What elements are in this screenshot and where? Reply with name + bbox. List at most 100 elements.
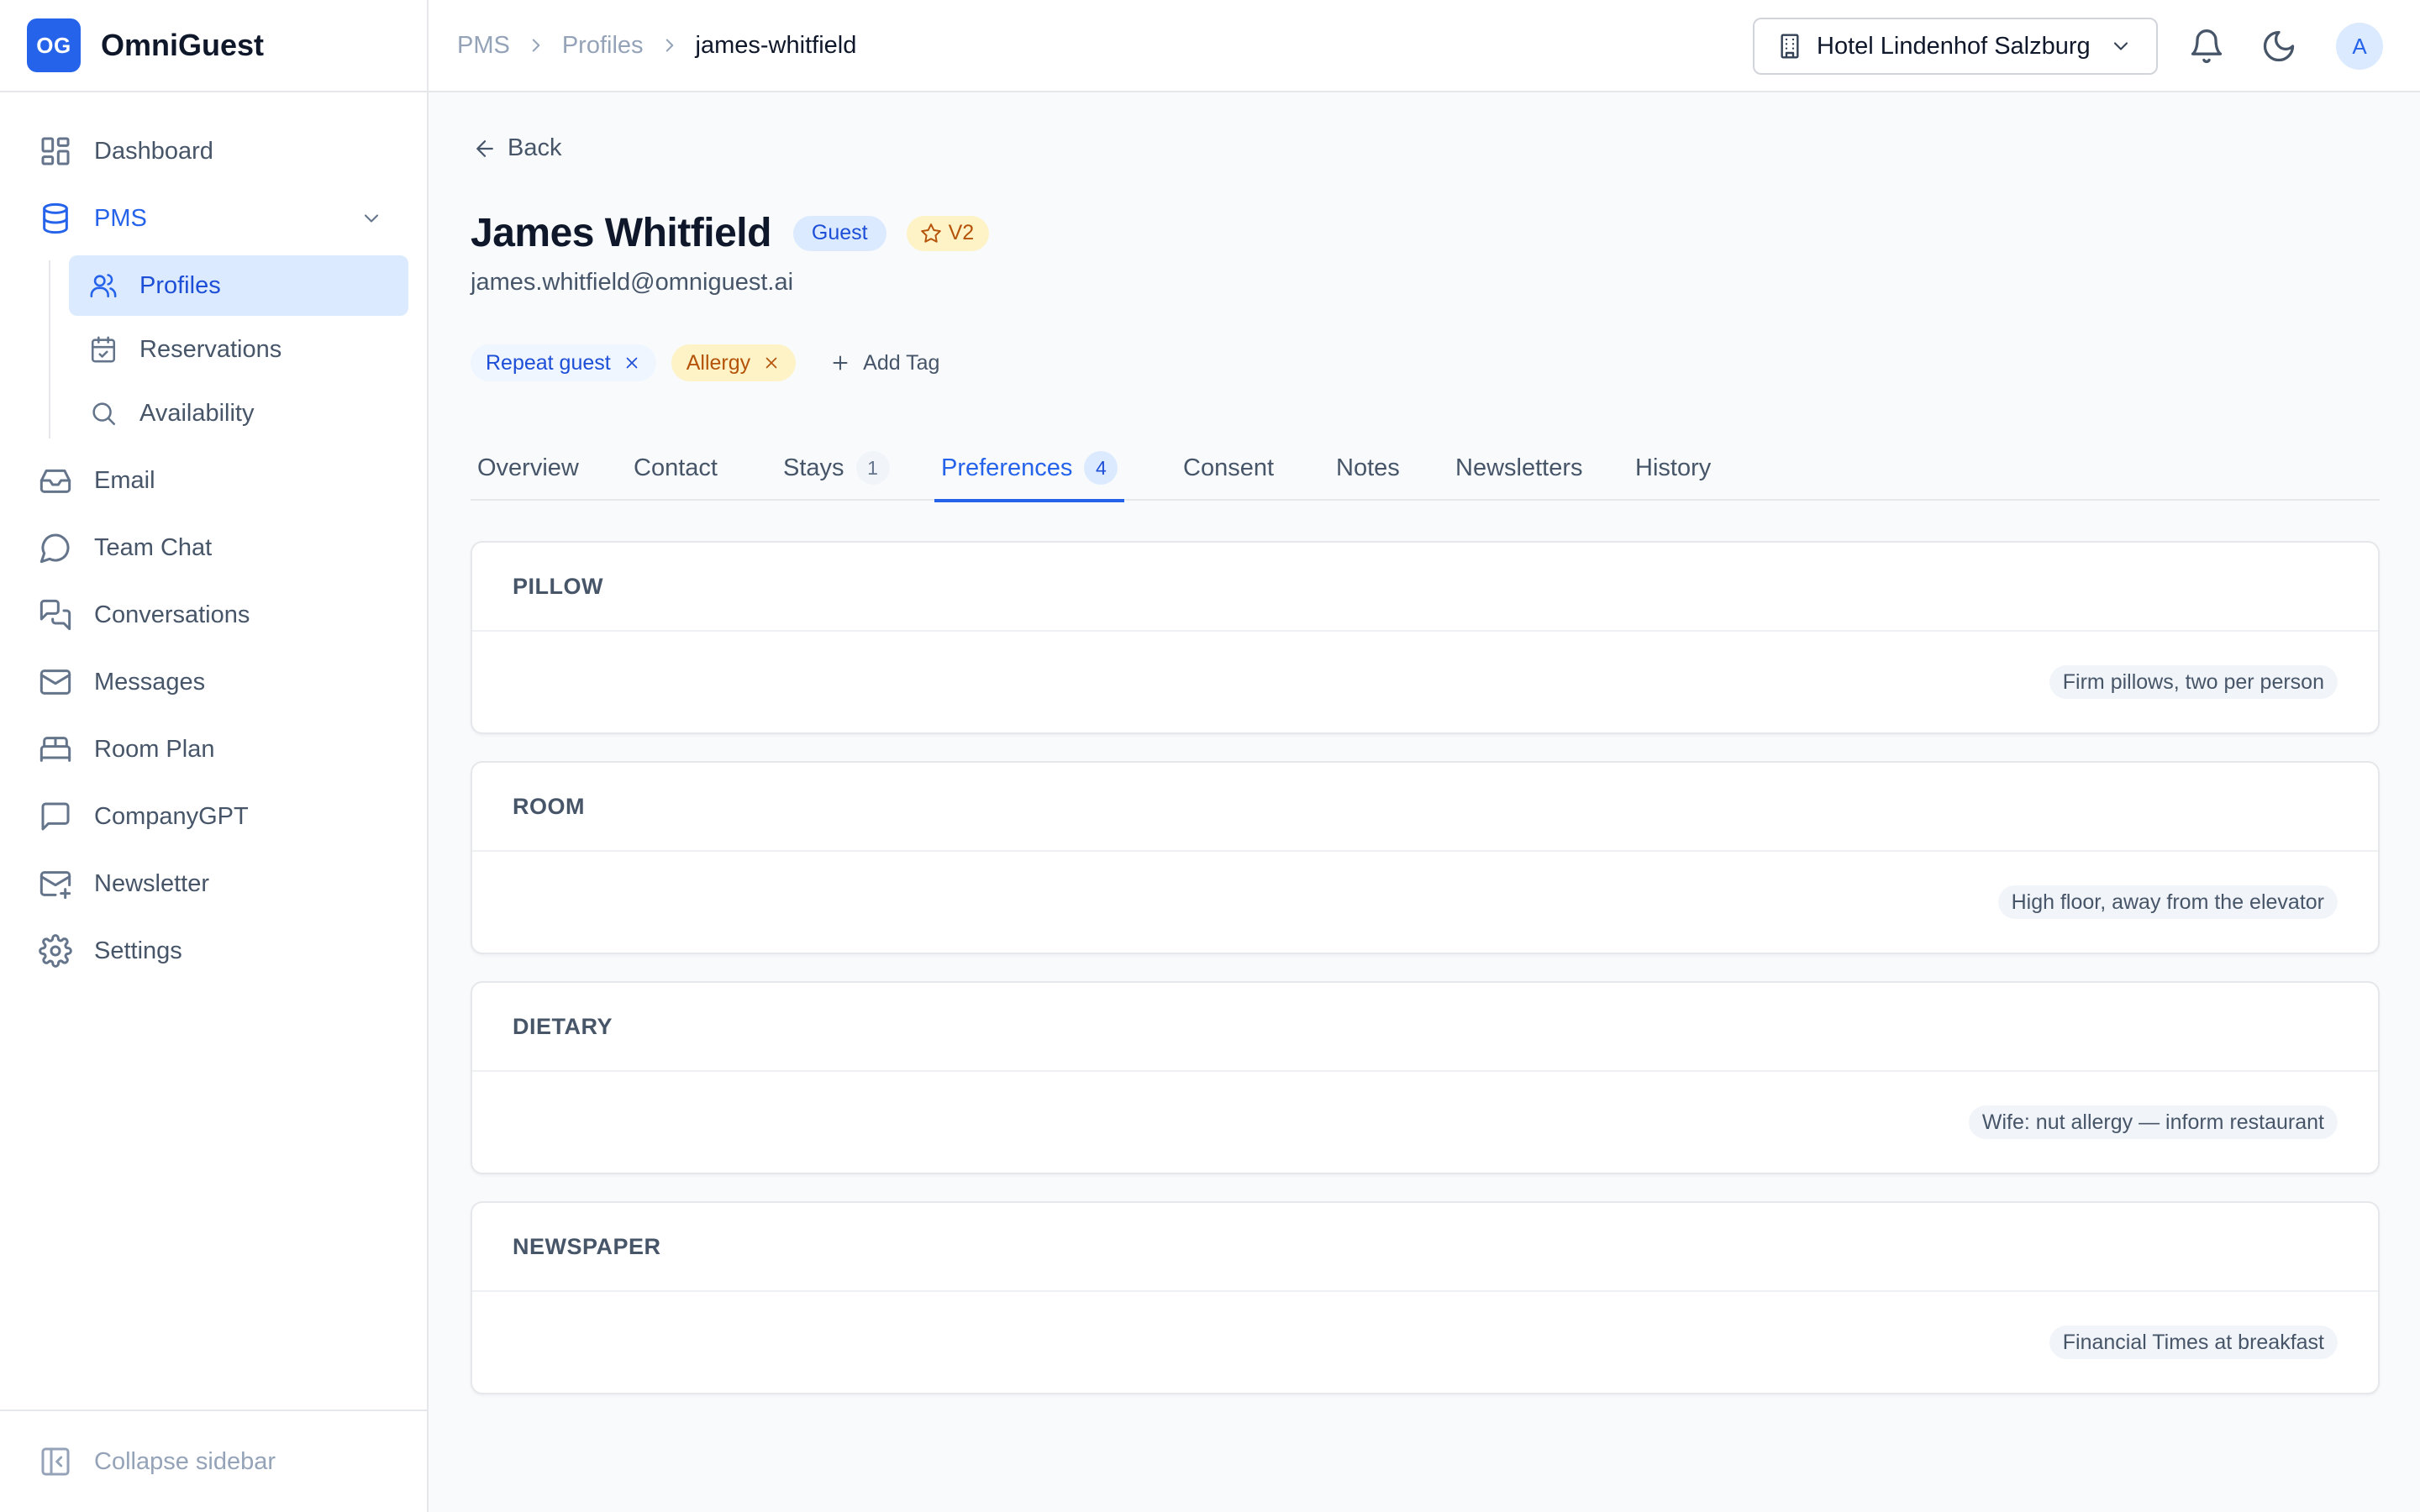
tab-contact[interactable]: Contact xyxy=(627,435,724,501)
tab-preferences[interactable]: Preferences 4 xyxy=(934,435,1125,502)
preference-card-pillow: PILLOW Firm pillows, two per person xyxy=(471,541,2380,734)
chevron-right-icon xyxy=(532,39,540,52)
sidebar-item-label: Team Chat xyxy=(94,533,213,561)
top-bar: PMS Profiles james-whitfield Hotel Linde… xyxy=(429,0,2420,92)
sidebar-item-label: Settings xyxy=(94,937,182,964)
preference-value: Financial Times at breakfast xyxy=(2049,1326,2338,1359)
chevron-down-icon[interactable] xyxy=(360,207,383,230)
sidebar-item-label: Dashboard xyxy=(94,137,213,165)
sidebar-item-label: Reservations xyxy=(139,335,282,363)
sidebar-item-companygpt[interactable]: CompanyGPT xyxy=(0,783,427,850)
breadcrumb: PMS Profiles james-whitfield xyxy=(457,32,856,60)
profile-header: James Whitfield Guest V2 xyxy=(471,210,990,256)
pms-subnav: Profiles Reservations Availability xyxy=(49,255,427,444)
panel-collapse-icon xyxy=(41,1447,70,1476)
collapse-sidebar-button[interactable]: Collapse sidebar xyxy=(0,1410,427,1512)
back-button[interactable]: Back xyxy=(472,134,561,162)
tag-list: Repeat guest Allergy Add Tag xyxy=(471,344,939,381)
sidebar-item-newsletter[interactable]: Newsletter xyxy=(0,850,427,917)
tab-label: Consent xyxy=(1183,454,1275,481)
preference-category: DIETARY xyxy=(472,983,2378,1072)
sidebar-item-conversations[interactable]: Conversations xyxy=(0,581,427,648)
avatar[interactable]: A xyxy=(2336,23,2383,70)
conversations-icon xyxy=(39,599,71,631)
sidebar-item-dashboard[interactable]: Dashboard xyxy=(0,118,427,185)
vip-badge: V2 xyxy=(906,215,990,251)
chevron-down-icon xyxy=(2113,42,2128,50)
bell-icon[interactable] xyxy=(2188,28,2225,65)
tab-label: Overview xyxy=(477,454,579,481)
users-icon xyxy=(90,274,117,298)
sidebar-item-label: PMS xyxy=(94,204,147,232)
tab-count-badge: 1 xyxy=(855,451,890,485)
sidebar-item-label: Messages xyxy=(94,668,206,696)
sidebar-item-reservations[interactable]: Reservations xyxy=(69,319,408,380)
chevron-right-icon xyxy=(666,39,673,52)
brand-name: OmniGuest xyxy=(101,28,265,62)
chat-bubble-icon xyxy=(39,533,70,564)
hotel-selector[interactable]: Hotel Lindenhof Salzburg xyxy=(1753,18,2158,75)
tab-count-badge: 4 xyxy=(1084,451,1118,485)
preference-card-dietary: DIETARY Wife: nut allergy — inform resta… xyxy=(471,981,2380,1174)
tab-label: Contact xyxy=(634,454,718,481)
sidebar-item-label: Availability xyxy=(139,399,255,427)
sidebar-item-settings[interactable]: Settings xyxy=(0,917,427,984)
tab-label: Newsletters xyxy=(1455,454,1583,481)
sidebar-item-room-plan[interactable]: Room Plan xyxy=(0,716,427,783)
guest-email: james.whitfield@omniguest.ai xyxy=(471,269,794,296)
tab-newsletters[interactable]: Newsletters xyxy=(1449,435,1590,501)
preference-value: Firm pillows, two per person xyxy=(2049,665,2338,699)
close-icon[interactable] xyxy=(762,354,781,372)
brand[interactable]: OG OmniGuest xyxy=(0,0,427,92)
preference-category: ROOM xyxy=(472,763,2378,852)
arrow-left-icon xyxy=(476,139,493,157)
sidebar-item-team-chat[interactable]: Team Chat xyxy=(0,514,427,581)
tab-label: Notes xyxy=(1336,454,1400,481)
sidebar-item-email[interactable]: Email xyxy=(0,447,427,514)
close-icon[interactable] xyxy=(623,354,641,372)
bed-icon xyxy=(39,737,71,762)
preference-value: High floor, away from the elevator xyxy=(1997,885,2338,919)
building-icon xyxy=(1781,34,1799,59)
back-label: Back xyxy=(508,134,562,161)
page-title: James Whitfield xyxy=(471,211,771,255)
preference-card-newspaper: NEWSPAPER Financial Times at breakfast xyxy=(471,1201,2380,1394)
breadcrumb-current: james-whitfield xyxy=(695,31,857,59)
sidebar-item-label: Conversations xyxy=(94,601,250,628)
message-square-icon xyxy=(41,802,70,831)
guest-type-badge: Guest xyxy=(792,215,886,251)
tab-stays[interactable]: Stays 1 xyxy=(776,435,897,501)
collapse-sidebar-label: Collapse sidebar xyxy=(94,1447,276,1475)
add-tag-button[interactable]: Add Tag xyxy=(829,351,939,375)
sidebar: OG OmniGuest Dashboard PMS Profiles Rese… xyxy=(0,0,429,1512)
tag-allergy: Allergy xyxy=(671,344,797,381)
tab-overview[interactable]: Overview xyxy=(471,435,586,501)
newsletter-icon xyxy=(39,871,71,900)
breadcrumb-pms[interactable]: PMS xyxy=(457,32,510,60)
tab-consent[interactable]: Consent xyxy=(1176,435,1281,501)
sidebar-item-profiles[interactable]: Profiles xyxy=(69,255,408,316)
add-tag-label: Add Tag xyxy=(863,350,940,375)
sidebar-item-pms[interactable]: PMS xyxy=(0,185,427,252)
database-icon xyxy=(43,202,68,234)
sidebar-item-availability[interactable]: Availability xyxy=(69,383,408,444)
vip-badge-label: V2 xyxy=(948,221,975,244)
sidebar-item-label: Profiles xyxy=(139,271,221,299)
sidebar-item-label: Room Plan xyxy=(94,735,215,763)
tab-notes[interactable]: Notes xyxy=(1329,435,1407,501)
hotel-name: Hotel Lindenhof Salzburg xyxy=(1817,32,2091,60)
breadcrumb-profiles[interactable]: Profiles xyxy=(562,32,644,60)
sidebar-nav: Dashboard PMS Profiles Reservations Avai… xyxy=(0,92,427,984)
tag-label: Repeat guest xyxy=(486,350,611,375)
tab-history[interactable]: History xyxy=(1628,435,1718,501)
tag-label: Allergy xyxy=(686,350,751,375)
sidebar-item-messages[interactable]: Messages xyxy=(0,648,427,716)
star-icon xyxy=(920,223,941,243)
sidebar-item-label: Newsletter xyxy=(94,869,209,897)
dashboard-icon xyxy=(41,137,70,165)
preference-value: Wife: nut allergy — inform restaurant xyxy=(1968,1105,2338,1139)
tab-label: Stays xyxy=(783,454,844,481)
mail-icon xyxy=(39,669,71,695)
tab-label: History xyxy=(1635,454,1712,481)
moon-icon[interactable] xyxy=(2260,28,2297,65)
